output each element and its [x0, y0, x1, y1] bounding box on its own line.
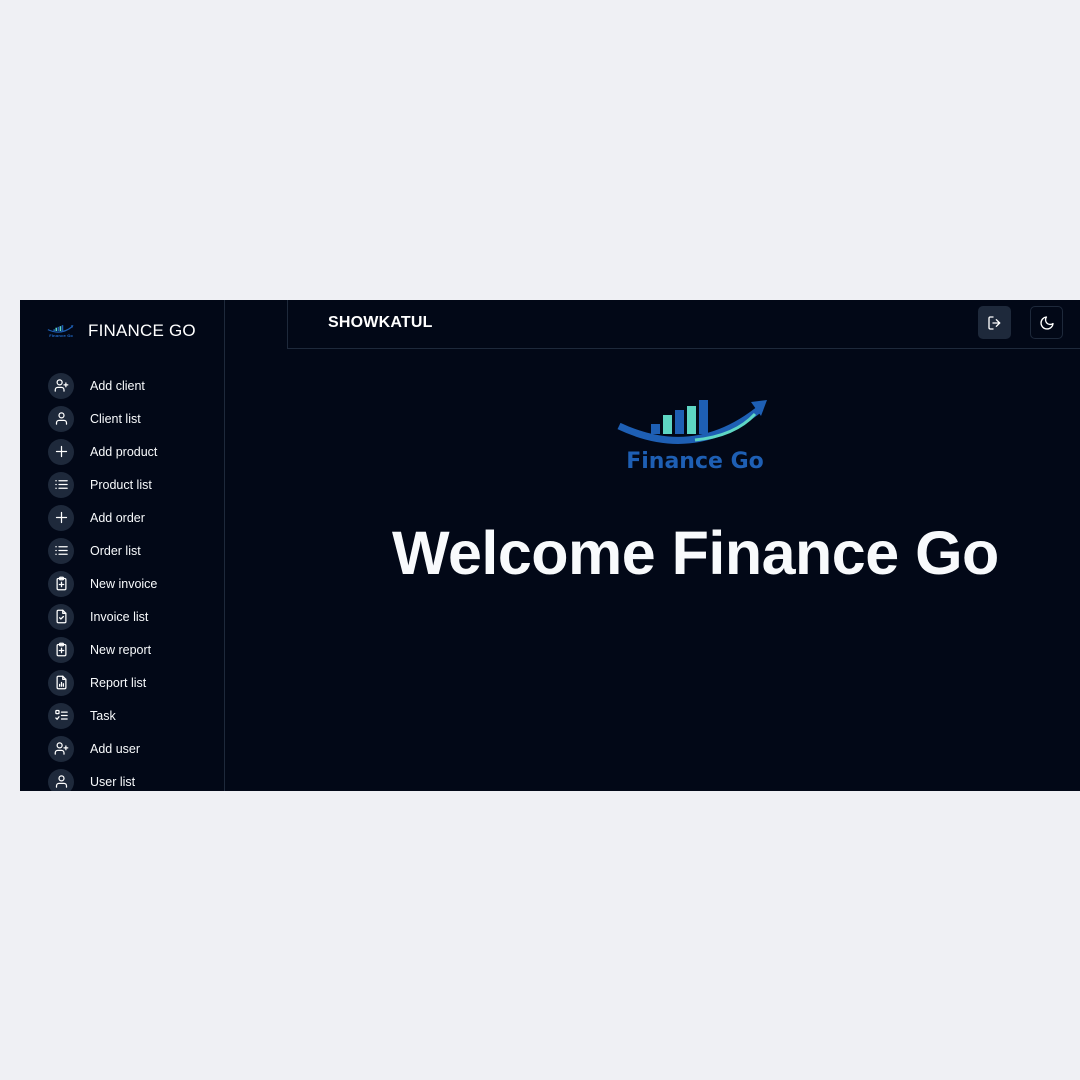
sidebar-item-client-list[interactable]: Client list — [48, 402, 157, 435]
sidebar-item-label: Add client — [90, 378, 145, 393]
brand[interactable]: Finance Go FINANCE GO — [42, 318, 196, 344]
sidebar-item-label: New report — [90, 642, 152, 657]
list-checks-icon — [48, 702, 74, 729]
sidebar-item-label: Order list — [90, 543, 141, 558]
sidebar-item-add-order[interactable]: Add order — [48, 501, 157, 534]
sidebar-item-user-list[interactable]: User list — [48, 765, 157, 791]
sidebar-item-label: Client list — [90, 411, 141, 426]
finance-go-logo-icon: Finance Go — [47, 325, 74, 338]
sidebar-item-new-invoice[interactable]: New invoice — [48, 567, 157, 600]
top-bar: SHOWKATUL — [287, 300, 1080, 349]
username: SHOWKATUL — [328, 314, 433, 331]
sidebar-item-label: Report list — [90, 675, 147, 690]
svg-text:Finance Go: Finance Go — [49, 333, 73, 338]
theme-toggle-button[interactable] — [1030, 306, 1063, 339]
finance-go-hero-logo: Finance Go — [617, 400, 767, 472]
sidebar-item-label: Add product — [90, 444, 158, 459]
brand-name: FINANCE GO — [88, 321, 196, 340]
sidebar-item-task[interactable]: Task — [48, 699, 157, 732]
sidebar-item-report-list[interactable]: Report list — [48, 666, 157, 699]
log-out-icon — [987, 315, 1000, 330]
sidebar-item-label: Add user — [90, 741, 141, 756]
logout-button[interactable] — [978, 306, 1011, 339]
file-chart-icon — [48, 669, 74, 696]
clipboard-plus-icon — [48, 570, 74, 597]
sidebar-item-label: Add order — [90, 510, 145, 525]
sidebar-item-add-product[interactable]: Add product — [48, 435, 157, 468]
sidebar-item-label: New invoice — [90, 576, 158, 591]
clipboard-plus-icon — [48, 636, 74, 663]
sidebar-item-invoice-list[interactable]: Invoice list — [48, 600, 157, 633]
user-plus-icon — [48, 372, 74, 399]
sidebar-item-label: User list — [90, 774, 136, 789]
sidebar-item-new-report[interactable]: New report — [48, 633, 157, 666]
list-icon — [48, 537, 74, 564]
plus-icon — [48, 504, 74, 531]
sidebar-item-product-list[interactable]: Product list — [48, 468, 157, 501]
sidebar-nav: Add client Client list Add product Produ… — [48, 369, 157, 791]
file-check-icon — [48, 603, 74, 630]
sidebar: Finance Go FINANCE GO Add client Client … — [20, 300, 225, 791]
sidebar-item-label: Task — [90, 708, 116, 723]
sidebar-item-order-list[interactable]: Order list — [48, 534, 157, 567]
moon-icon — [1039, 315, 1054, 330]
sidebar-item-add-client[interactable]: Add client — [48, 369, 157, 402]
welcome-heading: Welcome Finance Go — [392, 519, 999, 587]
user-plus-icon — [48, 735, 74, 762]
sidebar-item-label: Product list — [90, 477, 152, 492]
app-window: Finance Go FINANCE GO Add client Client … — [20, 300, 1080, 791]
plus-icon — [48, 438, 74, 465]
svg-text:Finance Go: Finance Go — [626, 449, 764, 472]
user-icon — [48, 405, 74, 432]
sidebar-item-label: Invoice list — [90, 609, 149, 624]
list-icon — [48, 471, 74, 498]
sidebar-item-add-user[interactable]: Add user — [48, 732, 157, 765]
user-icon — [48, 768, 74, 791]
